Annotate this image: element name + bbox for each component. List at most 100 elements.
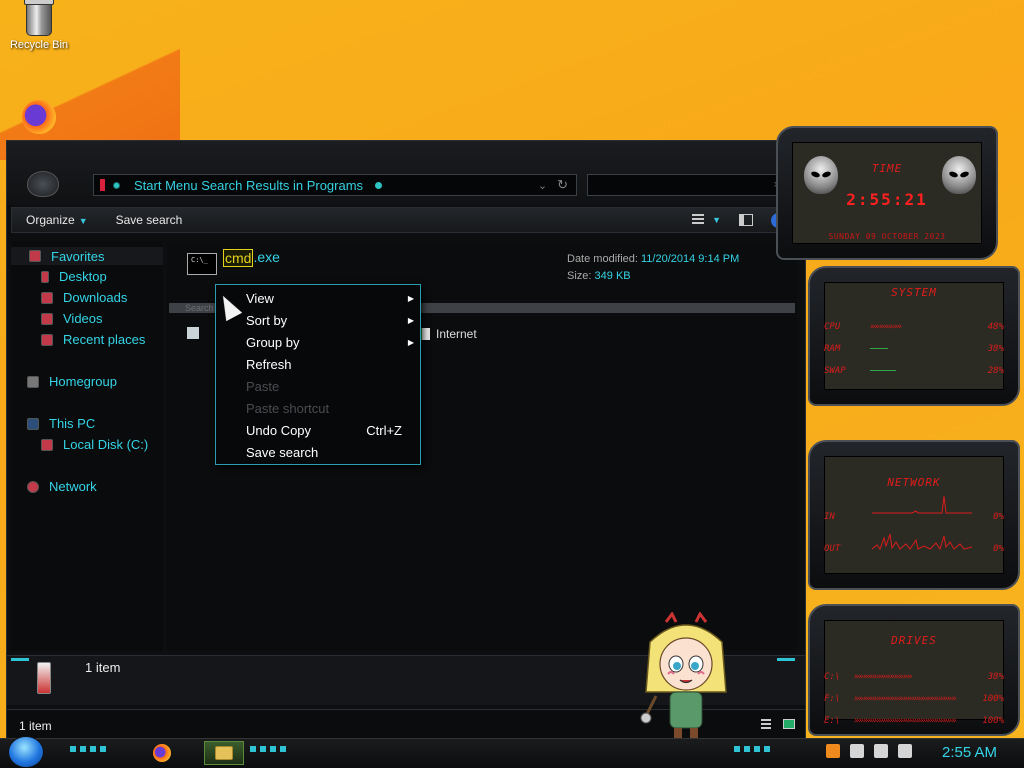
save-search-button[interactable]: Save search — [102, 213, 197, 227]
system-gadget[interactable]: SYSTEM CPU »»»»»»» 48% RAM 38% SWAP 28% — [808, 266, 1020, 406]
downloads-icon — [41, 291, 53, 304]
organize-button[interactable]: Organize ▼ — [12, 213, 102, 227]
nav-videos[interactable]: Videos — [41, 311, 103, 326]
nav-recent-places[interactable]: Recent places — [41, 332, 145, 347]
meter-label: OUT — [824, 544, 841, 554]
file-name: cmd .exe — [223, 249, 280, 267]
menu-item-refresh[interactable]: Refresh — [246, 354, 414, 374]
meter-bar: »»»»»»» — [870, 322, 902, 332]
organize-label: Organize — [26, 213, 75, 227]
drives-gadget[interactable]: DRIVES C:\ »»»»»»»»»»»»» 38% F:\ »»»»»»»… — [808, 604, 1020, 736]
gadget-date: SUNDAY 09 OCTOBER 2023 — [828, 232, 946, 241]
desktop-icon — [41, 270, 49, 283]
preview-pane-icon[interactable] — [739, 214, 753, 226]
nav-this-pc[interactable]: This PC — [27, 416, 95, 431]
taskbar-file-explorer[interactable] — [204, 741, 244, 765]
meter-value: 38% — [987, 344, 1004, 354]
network-gadget[interactable]: NETWORK IN 0% OUT 0% — [808, 440, 1020, 590]
menu-label: Undo Copy — [246, 422, 312, 438]
meter-label: IN — [824, 512, 835, 522]
nav-label: Desktop — [59, 269, 107, 284]
desktop-icon-firefox[interactable] — [6, 100, 72, 134]
firefox-icon — [22, 100, 56, 134]
videos-icon — [41, 312, 53, 325]
nav-downloads[interactable]: Downloads — [41, 290, 127, 305]
libraries-icon — [187, 327, 199, 339]
size-label: Size: — [567, 270, 592, 282]
file-size: Size: 349 KB — [567, 270, 631, 282]
large-icons-view-icon[interactable] — [783, 719, 795, 729]
drive-c-meter: C:\ »»»»»»»»»»»»» 38% — [824, 672, 1004, 682]
volume-icon[interactable] — [898, 744, 912, 758]
location-icon — [100, 179, 105, 191]
menu-item-group-by[interactable]: Group by ▶ — [246, 332, 414, 352]
date-value: 11/20/2014 9:14 PM — [641, 253, 740, 265]
start-button[interactable] — [8, 736, 44, 768]
menu-item-save-search[interactable]: Save search — [246, 442, 414, 462]
java-update-icon[interactable] — [826, 744, 840, 758]
recycle-bin-icon — [24, 0, 54, 36]
swap-meter: SWAP 28% — [824, 366, 1004, 376]
menu-item-sort-by[interactable]: Sort by ▶ — [246, 310, 414, 330]
search-again-internet[interactable]: Internet — [419, 327, 477, 341]
menu-label: View — [246, 290, 274, 306]
time-gadget[interactable]: TIME 2:55:21 SUNDAY 09 OCTOBER 2023 — [776, 126, 998, 260]
nav-label: Network — [49, 479, 97, 494]
nav-local-disk[interactable]: Local Disk (C:) — [41, 437, 148, 452]
details-view-icon[interactable] — [761, 719, 771, 730]
back-button[interactable] — [27, 171, 59, 197]
homegroup-icon — [27, 375, 39, 388]
date-modified: Date modified: 11/20/2014 9:14 PM — [567, 253, 739, 265]
drive-f-meter: F:\ »»»»»»»»»»»»»»»»»»»»»»» 100% — [824, 694, 1004, 704]
menu-item-paste-shortcut: Paste shortcut — [246, 400, 330, 416]
chevron-down-icon[interactable]: ▼ — [712, 215, 721, 225]
search-input[interactable]: × — [587, 174, 789, 196]
meter-bar — [870, 344, 972, 354]
network-out-graph — [872, 533, 972, 550]
nav-label: Downloads — [63, 290, 128, 305]
address-text[interactable]: Start Menu Search Results in Programs — [134, 178, 363, 193]
firefox-icon — [153, 744, 171, 762]
nav-favorites[interactable]: Favorites — [11, 247, 163, 265]
meter-value: 100% — [982, 694, 1004, 704]
gadget-title: DRIVES — [891, 634, 937, 647]
gadget-title: NETWORK — [887, 476, 941, 489]
star-butterfly-character-icon — [640, 612, 727, 738]
taskbar-firefox[interactable] — [142, 741, 182, 765]
context-menu: View ▶ Sort by ▶ Group by ▶ Refresh Past… — [215, 284, 421, 465]
drive-icon — [41, 438, 53, 451]
nav-label: Favorites — [51, 248, 105, 264]
menu-label: Group by — [246, 334, 300, 350]
action-center-flag-icon[interactable] — [850, 744, 864, 758]
menu-item-undo-copy[interactable]: Undo Copy Ctrl+Z — [246, 420, 414, 440]
taskbar-accent — [734, 746, 774, 752]
nav-homegroup[interactable]: Homegroup — [27, 374, 117, 389]
menu-item-view[interactable]: View ▶ — [246, 288, 414, 308]
nav-label: This PC — [49, 416, 96, 431]
nav-label: Recent places — [63, 332, 146, 347]
recent-places-icon — [41, 333, 53, 346]
menu-shortcut: Ctrl+Z — [366, 422, 402, 438]
network-icon[interactable] — [874, 744, 888, 758]
menu-label: Sort by — [246, 312, 288, 328]
submenu-arrow-icon: ▶ — [407, 315, 414, 325]
chevron-down-icon[interactable]: ⌄ — [538, 179, 547, 192]
navigation-pane: Favorites Desktop Downloads Videos Recen… — [11, 241, 163, 651]
date-label: Date modified: — [567, 253, 638, 265]
search-again-libraries[interactable] — [187, 327, 205, 339]
meter-bar: »»»»»»»»»»»»»»»»»»»»»»» — [854, 716, 957, 726]
console-icon: C:\_ — [187, 253, 217, 275]
meter-value: 48% — [987, 322, 1004, 332]
nav-network[interactable]: Network — [27, 479, 97, 494]
nav-desktop[interactable]: Desktop — [41, 269, 107, 284]
meter-value: 38% — [987, 672, 1004, 682]
computer-icon — [27, 417, 39, 430]
submenu-arrow-icon: ▶ — [407, 337, 414, 347]
refresh-icon[interactable]: ↻ — [557, 177, 568, 193]
address-bar[interactable]: Start Menu Search Results in Programs ⌄ … — [93, 174, 577, 196]
taskbar-clock[interactable]: 2:55 AM — [942, 744, 997, 761]
change-view-icon[interactable] — [692, 214, 705, 226]
desktop-icon-recycle-bin[interactable]: Recycle Bin — [6, 0, 72, 51]
meter-label: F:\ — [824, 694, 841, 704]
file-extension: .exe — [253, 249, 280, 265]
